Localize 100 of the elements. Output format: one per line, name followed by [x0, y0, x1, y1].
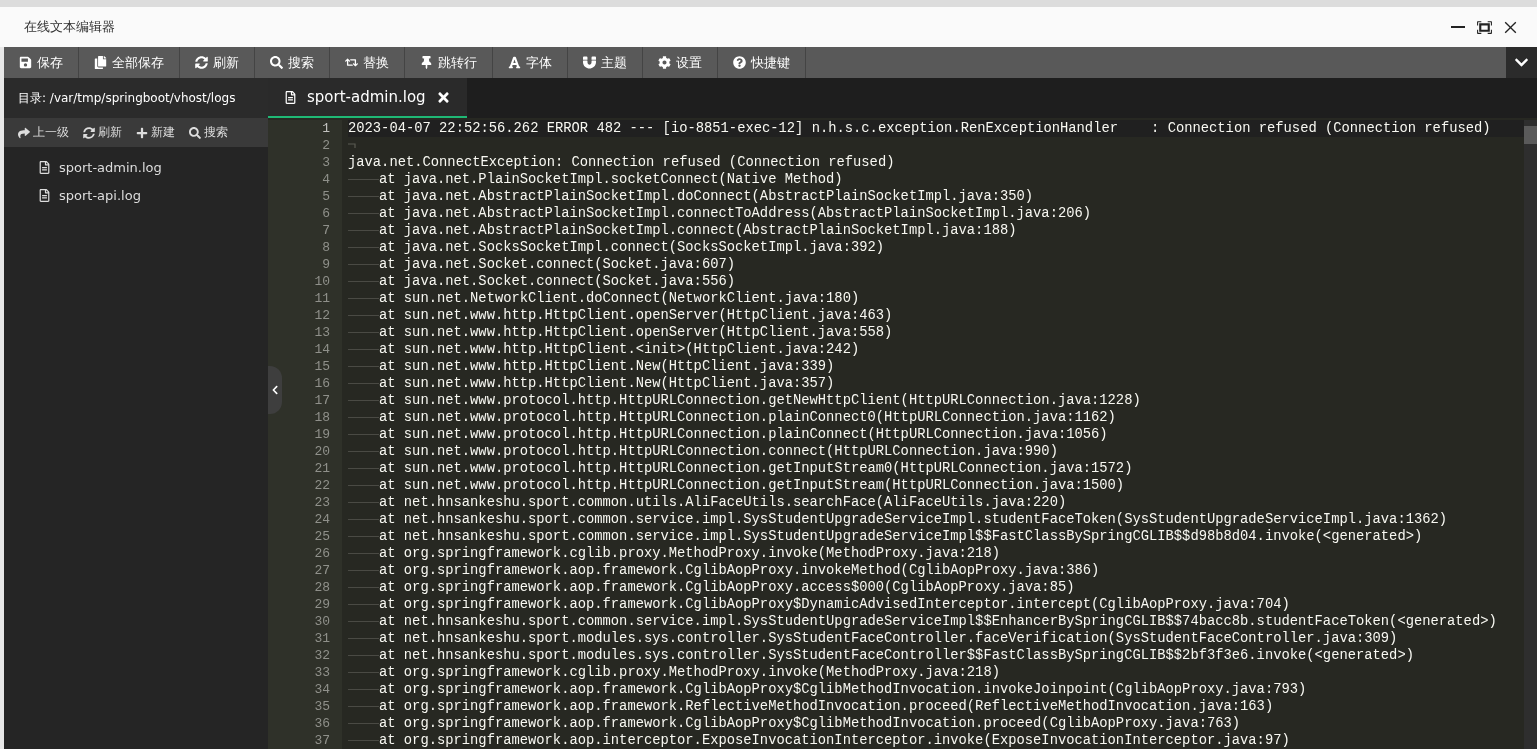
line-number: 21 — [314, 460, 330, 477]
line-number: 33 — [314, 664, 330, 681]
line-number: 27 — [314, 562, 330, 579]
line-number: 7 — [322, 222, 330, 239]
code-line: at net.hnsankeshu.sport.common.service.impl.SysStudentUpgradeServiceImpl$$EnhancerBySpringCGLIB$$74bacc8b.studentFaceToken(<generated>) — [348, 613, 1497, 630]
line-number: 4 — [322, 171, 330, 188]
arrow-icon — [18, 126, 30, 139]
line-number: 18 — [314, 409, 330, 426]
code-line: at org.springframework.aop.framework.CglibAopProxy.access$000(CglibAopProxy.java:85) — [348, 579, 1075, 596]
line-number: 31 — [314, 630, 330, 647]
chevron-left-icon — [270, 385, 280, 395]
settings-icon — [658, 56, 671, 69]
line-number: 6 — [322, 205, 330, 222]
line-number: 29 — [314, 596, 330, 613]
line-number: 14 — [314, 341, 330, 358]
code-line: at java.net.Socket.connect(Socket.java:607) — [348, 256, 736, 273]
file-icon — [284, 90, 297, 104]
code-line: at sun.net.www.http.HttpClient.New(HttpClient.java:339) — [348, 358, 835, 375]
code-line: at org.springframework.aop.framework.ReflectiveMethodInvocation.proceed(ReflectiveMethodInvocation.java:163) — [348, 698, 1274, 715]
code-line: at sun.net.www.protocol.http.HttpURLConnection.plainConnect(HttpURLConnection.java:1056) — [348, 426, 1108, 443]
refresh-icon — [195, 56, 208, 69]
file-icon — [38, 160, 51, 174]
line-number: 10 — [314, 273, 330, 290]
line-number: 2 — [322, 137, 330, 154]
help-icon — [733, 56, 746, 69]
code-line: at net.hnsankeshu.sport.common.service.impl.SysStudentUpgradeServiceImpl.studentFaceToken(SysStudentUpgradeServiceImpl.java:1362) — [348, 511, 1448, 528]
code-line: at sun.net.www.protocol.http.HttpURLConnection.connect(HttpURLConnection.java:990) — [348, 443, 1058, 460]
code-line: at sun.net.www.protocol.http.HttpURLConnection.plainConnect0(HttpURLConnection.java:1162) — [348, 409, 1116, 426]
code-line: at net.hnsankeshu.sport.modules.sys.controller.SysStudentFaceController.faceVerification(SysStudentFaceController.java:309) — [348, 630, 1398, 647]
line-number: 19 — [314, 426, 330, 443]
code-line: at org.springframework.cglib.proxy.MethodProxy.invoke(MethodProxy.java:218) — [348, 664, 1000, 681]
code-line: at sun.net.www.http.HttpClient.openServer(HttpClient.java:463) — [348, 307, 893, 324]
line-number: 16 — [314, 375, 330, 392]
code-line: at java.net.AbstractPlainSocketImpl.connectToAddress(AbstractPlainSocketImpl.java:206) — [348, 205, 1092, 222]
file-icon — [38, 188, 51, 202]
line-number: 13 — [314, 324, 330, 341]
maximize-icon — [1475, 18, 1493, 36]
minimize-icon — [1451, 26, 1465, 28]
line-number: 34 — [314, 681, 330, 698]
code-line: at org.springframework.aop.framework.CglibAopProxy$CglibMethodInvocation.proceed(CglibAopProxy.java:763) — [348, 715, 1241, 732]
code-line: at org.springframework.aop.framework.CglibAopProxy$DynamicAdvisedInterceptor.intercept(CglibAopProxy.java:704) — [348, 596, 1290, 613]
code-line: at sun.net.www.http.HttpClient.<init>(HttpClient.java:242) — [348, 341, 860, 358]
line-number: 35 — [314, 698, 330, 715]
line-number: 11 — [314, 290, 330, 307]
search-icon — [270, 56, 283, 69]
code-line: at sun.net.www.protocol.http.HttpURLConnection.getInputStream(HttpURLConnection.java:1500) — [348, 477, 1125, 494]
line-number: 8 — [322, 239, 330, 256]
line-number: 3 — [322, 154, 330, 171]
line-number: 25 — [314, 528, 330, 545]
line-number: 9 — [322, 256, 330, 273]
line-number: 20 — [314, 443, 330, 460]
code-line: at org.springframework.aop.framework.CglibAopProxy$CglibMethodInvocation.invokeJoinpoint(CglibAopProxy.java:793) — [348, 681, 1307, 698]
code-line: at sun.net.NetworkClient.doConnect(NetworkClient.java:180) — [348, 290, 860, 307]
scrollbar[interactable] — [1524, 120, 1537, 749]
line-number: 36 — [314, 715, 330, 732]
file-item[interactable]: sport-api.log — [38, 181, 268, 209]
window-title: 在线文本编辑器 — [24, 18, 116, 36]
sidebar-action[interactable]: 搜索 — [189, 124, 228, 141]
code-line: at net.hnsankeshu.sport.common.utils.AliFaceUtils.searchFace(AliFaceUtils.java:220) — [348, 494, 1067, 511]
line-number: 26 — [314, 545, 330, 562]
line-number: 30 — [314, 613, 330, 630]
line-number: 17 — [314, 392, 330, 409]
sidebar-action[interactable]: 上一级 — [18, 124, 69, 141]
copy-icon — [94, 56, 107, 69]
code-line: at net.hnsankeshu.sport.modules.sys.controller.SysStudentFaceController$$FastClassBySpringCGLIB$$2bf3f3e6.invoke(<generated>) — [348, 647, 1414, 664]
code-line: at sun.net.www.protocol.http.HttpURLConnection.getInputStream0(HttpURLConnection.java:1572) — [348, 460, 1133, 477]
code-line: at org.springframework.cglib.proxy.MethodProxy.invoke(MethodProxy.java:218) — [348, 545, 1000, 562]
code-line: at java.net.AbstractPlainSocketImpl.doConnect(AbstractPlainSocketImpl.java:350) — [348, 188, 1034, 205]
code-line: at sun.net.www.protocol.http.HttpURLConnection.getNewHttpClient(HttpURLConnection.java:1228) — [348, 392, 1141, 409]
line-number: 24 — [314, 511, 330, 528]
text-icon — [508, 56, 521, 69]
editor-tab[interactable]: sport-admin.log — [268, 78, 467, 118]
code-line: at java.net.SocksSocketImpl.connect(SocksSocketImpl.java:392) — [348, 239, 885, 256]
sidebar-action[interactable]: 新建 — [136, 124, 175, 141]
line-number: 15 — [314, 358, 330, 375]
plus-icon — [136, 126, 148, 139]
refresh-icon — [83, 126, 95, 139]
line-number: 5 — [322, 188, 330, 205]
file-item[interactable]: sport-admin.log — [38, 153, 268, 181]
line-number: 1 — [322, 120, 330, 137]
code-line: at java.net.AbstractPlainSocketImpl.connect(AbstractPlainSocketImpl.java:188) — [348, 222, 1017, 239]
collapse-button[interactable] — [268, 366, 282, 414]
swap-icon — [345, 56, 358, 69]
code-line: at net.hnsankeshu.sport.common.service.impl.SysStudentUpgradeServiceImpl$$FastClassBySpringCGLIB$$d98b8d04.invoke(<generated>) — [348, 528, 1423, 545]
line-number: 23 — [314, 494, 330, 511]
code-line: at org.springframework.aop.framework.CglibAopProxy.invokeMethod(CglibAopProxy.java:386) — [348, 562, 1100, 579]
code-line: at org.springframework.aop.interceptor.ExposeInvocationInterceptor.invoke(ExposeInvocationInterceptor.java:97) — [348, 732, 1290, 749]
sidebar-action[interactable]: 刷新 — [83, 124, 122, 141]
line-number: 28 — [314, 579, 330, 596]
directory-path: 目录: /var/tmp/springboot/vhost/logs — [18, 89, 236, 107]
line-number: 32 — [314, 647, 330, 664]
code-line: at sun.net.www.http.HttpClient.openServer(HttpClient.java:558) — [348, 324, 893, 341]
search-icon — [189, 126, 201, 139]
line-number: 22 — [314, 477, 330, 494]
magnet-icon — [583, 56, 596, 69]
line-number: 37 — [314, 732, 330, 749]
pin-icon — [420, 56, 433, 69]
code-line: at java.net.PlainSocketImpl.socketConnect(Native Method) — [348, 171, 843, 188]
line-number: 12 — [314, 307, 330, 324]
floppy-icon — [19, 56, 32, 69]
